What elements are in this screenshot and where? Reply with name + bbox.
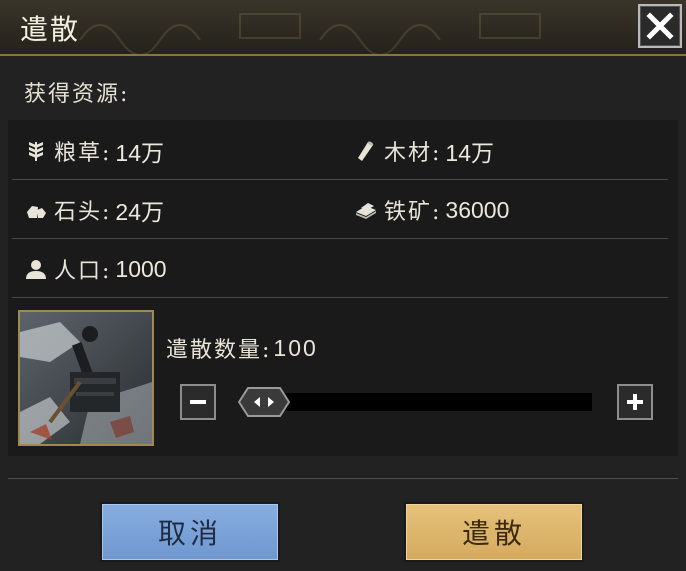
row-divider <box>12 238 668 239</box>
cancel-button[interactable]: 取消 <box>100 502 280 562</box>
slider-handle[interactable] <box>238 387 290 417</box>
resource-population: 人口: 1000 <box>24 254 167 284</box>
resource-value: 1000 <box>115 255 167 282</box>
disband-quantity: 遣散数量: 100 <box>166 332 318 364</box>
close-button[interactable] <box>638 4 682 48</box>
resource-stone: 石头: 24万 <box>24 195 164 225</box>
resource-value: 24万 <box>115 199 165 225</box>
increase-button[interactable] <box>617 384 653 420</box>
title-bar: 遣散 <box>0 0 686 56</box>
quantity-label: 遣散数量: <box>166 338 272 363</box>
stone-icon <box>27 206 46 218</box>
wheat-icon <box>29 142 43 161</box>
unit-thumbnail <box>18 310 154 446</box>
disband-confirm-button[interactable]: 遣散 <box>404 502 584 562</box>
resource-iron: 铁矿: 36000 <box>354 195 509 225</box>
resource-value: 14万 <box>445 140 495 166</box>
wood-icon <box>358 141 374 161</box>
resource-label: 人口: <box>54 259 112 284</box>
title-bar-pattern <box>79 13 541 54</box>
resources-heading: 获得资源: <box>24 82 130 107</box>
siege-weapon-image <box>20 312 152 444</box>
dialog-title: 遣散 <box>20 13 81 46</box>
disband-dialog: 遣散 获得资源: 粮草: 14万 木材: 14万 石头: 24万 铁矿: 360… <box>0 0 686 571</box>
resource-wood: 木材: 14万 <box>354 136 494 166</box>
resource-label: 铁矿: <box>384 200 442 225</box>
minus-icon <box>190 400 206 404</box>
row-divider <box>12 297 668 298</box>
population-icon <box>26 260 46 279</box>
resource-label: 石头: <box>54 200 112 225</box>
close-icon <box>646 12 674 40</box>
resource-grain: 粮草: 14万 <box>24 136 164 166</box>
row-divider <box>12 179 668 180</box>
decrease-button[interactable] <box>180 384 216 420</box>
plus-icon <box>627 394 643 410</box>
resource-label: 木材: <box>384 141 442 166</box>
resource-value: 36000 <box>445 196 510 223</box>
footer-divider <box>8 478 678 479</box>
resource-label: 粮草: <box>54 141 112 166</box>
resource-value: 14万 <box>115 140 165 166</box>
iron-ore-icon <box>356 203 376 219</box>
quantity-value: 100 <box>273 334 318 361</box>
quantity-slider-track[interactable] <box>244 393 592 411</box>
